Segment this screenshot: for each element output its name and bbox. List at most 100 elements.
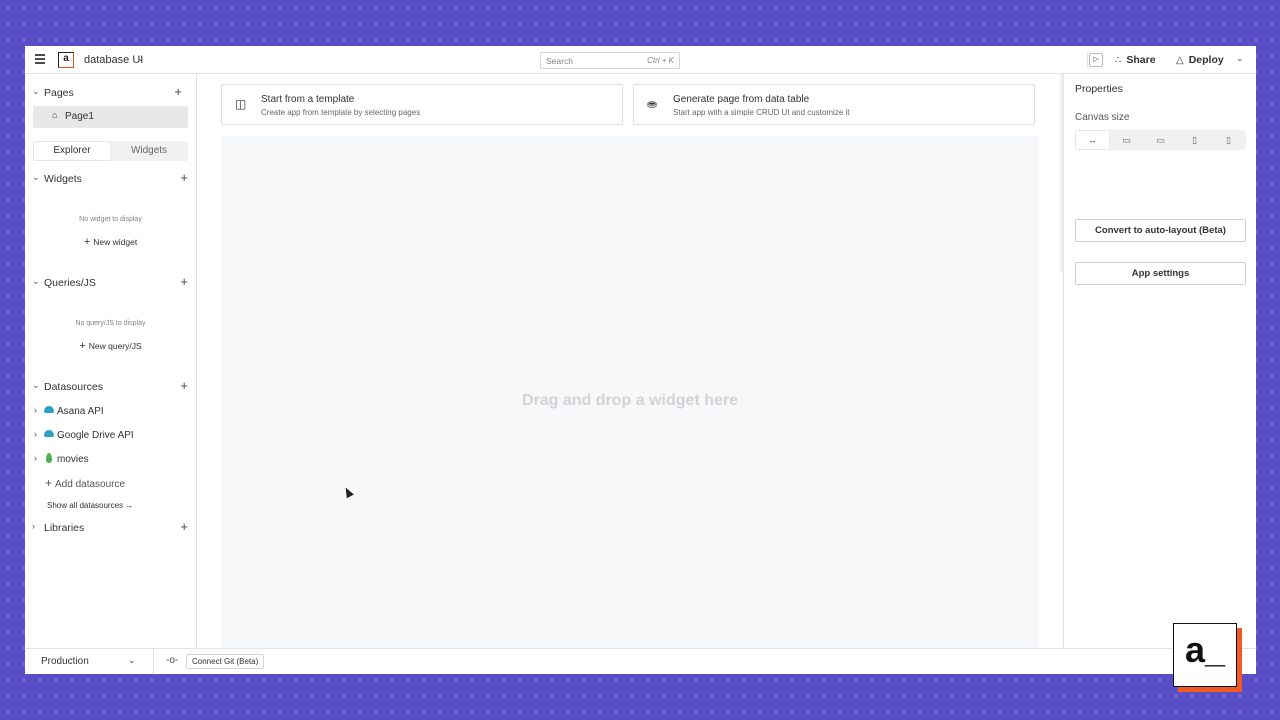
- chevron-right-icon[interactable]: ›: [32, 521, 35, 531]
- chevron-down-icon[interactable]: ⌄: [32, 380, 40, 391]
- search-input[interactable]: Search Ctrl + K: [540, 52, 680, 69]
- new-widget-label: New widget: [93, 237, 138, 247]
- share-label: Share: [1126, 54, 1156, 66]
- home-icon: ⌂: [52, 110, 58, 120]
- add-library-icon[interactable]: +: [180, 519, 188, 534]
- widgets-header[interactable]: ⌄ Widgets +: [25, 169, 196, 189]
- queries-header[interactable]: ⌄ Queries/JS +: [25, 273, 196, 293]
- show-all-label: Show all datasources: [47, 501, 124, 510]
- layout-icon: ◫: [235, 97, 247, 111]
- plus-icon: +: [79, 340, 86, 352]
- card-title: Start from a template: [261, 94, 355, 105]
- plus-icon: +: [45, 476, 53, 490]
- widget-drop-area[interactable]: Drag and drop a widget here: [221, 136, 1039, 648]
- datasource-item-movies[interactable]: › movies: [25, 450, 196, 470]
- arrow-right-icon: →: [125, 501, 134, 510]
- plus-icon: +: [83, 236, 91, 248]
- card-subtitle: Create app from template by selecting pa…: [261, 108, 421, 117]
- chevron-down-icon[interactable]: ⌄: [32, 276, 40, 287]
- add-datasource-icon[interactable]: +: [180, 378, 188, 393]
- deploy-menu-chevron-icon[interactable]: ⌄: [1236, 53, 1244, 64]
- sidebar-item-page1[interactable]: ⌂ Page1: [33, 106, 188, 128]
- search-shortcut: Ctrl + K: [647, 56, 674, 65]
- tab-explorer[interactable]: Explorer: [34, 142, 110, 160]
- properties-title: Properties: [1075, 83, 1123, 95]
- pages-title: Pages: [44, 87, 74, 99]
- mobile-icon[interactable]: ▯: [1212, 131, 1245, 149]
- datasources-title: Datasources: [44, 381, 103, 393]
- chevron-right-icon[interactable]: ›: [34, 405, 37, 415]
- new-query-label: New query/JS: [88, 341, 142, 351]
- cloud-icon: [44, 430, 54, 437]
- add-widget-icon[interactable]: +: [180, 170, 188, 185]
- app-settings-button[interactable]: App settings: [1075, 262, 1246, 285]
- add-page-icon[interactable]: +: [174, 84, 182, 99]
- rocket-icon: △: [1176, 55, 1184, 66]
- properties-panel: Properties Canvas size ↔ ▭ ▭ ▯ ▯ Convert…: [1063, 74, 1256, 648]
- libraries-header[interactable]: › Libraries +: [25, 518, 196, 538]
- app-window: a database UI ⌄ Search Ctrl + K ▷ ∴ Share…: [25, 46, 1256, 674]
- git-commit-icon: -o-: [166, 655, 179, 666]
- drop-placeholder-text: Drag and drop a widget here: [521, 392, 739, 409]
- canvas-size-selector: ↔ ▭ ▭ ▯ ▯: [1075, 130, 1246, 150]
- database-icon: ⛂: [647, 97, 658, 111]
- queries-empty-text: No query/JS to display: [75, 320, 146, 327]
- appsmith-brand-logo: a_: [1173, 623, 1242, 692]
- chevron-down-icon[interactable]: ⌄: [32, 172, 40, 183]
- widgets-title: Widgets: [44, 173, 82, 185]
- deploy-label: Deploy: [1188, 54, 1224, 66]
- card-title: Generate page from data table: [673, 94, 810, 105]
- tablet-landscape-icon[interactable]: ▭: [1144, 131, 1177, 149]
- add-datasource-label: Add datasource: [55, 479, 126, 490]
- sidebar: ⌄ Pages + ⌂ Page1 Explorer Widgets ⌄ Wid…: [25, 74, 197, 648]
- datasource-label: Asana API: [57, 406, 104, 417]
- menu-icon[interactable]: [35, 54, 45, 64]
- queries-title: Queries/JS: [44, 277, 96, 289]
- widgets-empty-text: No widget to display: [79, 216, 142, 223]
- new-widget-link[interactable]: + New widget: [25, 236, 196, 248]
- appsmith-logo-icon[interactable]: a: [58, 52, 74, 68]
- connect-git-button[interactable]: Connect Git (Beta): [186, 654, 265, 669]
- datasource-item-google-drive[interactable]: › Google Drive API: [25, 426, 196, 446]
- explorer-widgets-toggle: Explorer Widgets: [33, 141, 188, 161]
- datasources-header[interactable]: ⌄ Datasources +: [25, 377, 196, 397]
- environment-select[interactable]: Production: [41, 656, 89, 667]
- add-query-icon[interactable]: +: [180, 274, 188, 289]
- share-icon: ∴: [1115, 55, 1122, 66]
- tablet-icon[interactable]: ▯: [1178, 131, 1211, 149]
- pages-header[interactable]: ⌄ Pages +: [25, 83, 196, 103]
- search-placeholder: Search: [546, 56, 573, 66]
- chevron-right-icon[interactable]: ›: [34, 453, 37, 463]
- card-subtitle: Start app with a simple CRUD UI and cust…: [673, 108, 850, 117]
- new-query-link[interactable]: + New query/JS: [25, 340, 196, 352]
- convert-to-auto-layout-button[interactable]: Convert to auto-layout (Beta): [1075, 219, 1246, 242]
- canvas-size-label: Canvas size: [1075, 112, 1130, 123]
- add-datasource-link[interactable]: + Add datasource: [45, 476, 125, 490]
- top-header: a database UI ⌄ Search Ctrl + K ▷ ∴ Share…: [25, 46, 1256, 74]
- logo-mark-icon: a_: [1173, 623, 1237, 687]
- app-name[interactable]: database UI: [84, 54, 143, 66]
- preview-button[interactable]: ▷: [1089, 53, 1103, 67]
- datasource-item-asana[interactable]: › Asana API: [25, 402, 196, 422]
- fluid-width-icon[interactable]: ↔: [1076, 131, 1109, 149]
- main-canvas-region: ◫ Start from a template Create app from …: [197, 74, 1063, 648]
- divider: [1087, 52, 1088, 68]
- datasource-label: Google Drive API: [57, 430, 134, 441]
- generate-page-card[interactable]: ⛂ Generate page from data table Start ap…: [633, 84, 1035, 125]
- bottom-bar: Production ⌄ -o- Connect Git (Beta) p: [25, 648, 1256, 674]
- chevron-right-icon[interactable]: ›: [34, 429, 37, 439]
- cloud-icon: [44, 406, 54, 413]
- chevron-down-icon[interactable]: ⌄: [128, 655, 136, 666]
- page-label: Page1: [65, 111, 94, 122]
- deploy-button[interactable]: △ Deploy: [1176, 54, 1224, 66]
- show-all-datasources-link[interactable]: Show all datasources →: [47, 501, 133, 510]
- divider: [153, 649, 154, 674]
- tab-widgets[interactable]: Widgets: [111, 142, 187, 160]
- chevron-down-icon[interactable]: ⌄: [32, 86, 40, 97]
- mongodb-leaf-icon: [46, 453, 52, 463]
- start-from-template-card[interactable]: ◫ Start from a template Create app from …: [221, 84, 623, 125]
- desktop-icon[interactable]: ▭: [1110, 131, 1143, 149]
- datasource-label: movies: [57, 454, 89, 465]
- chevron-down-icon[interactable]: ⌄: [137, 53, 145, 64]
- share-button[interactable]: ∴ Share: [1115, 54, 1156, 66]
